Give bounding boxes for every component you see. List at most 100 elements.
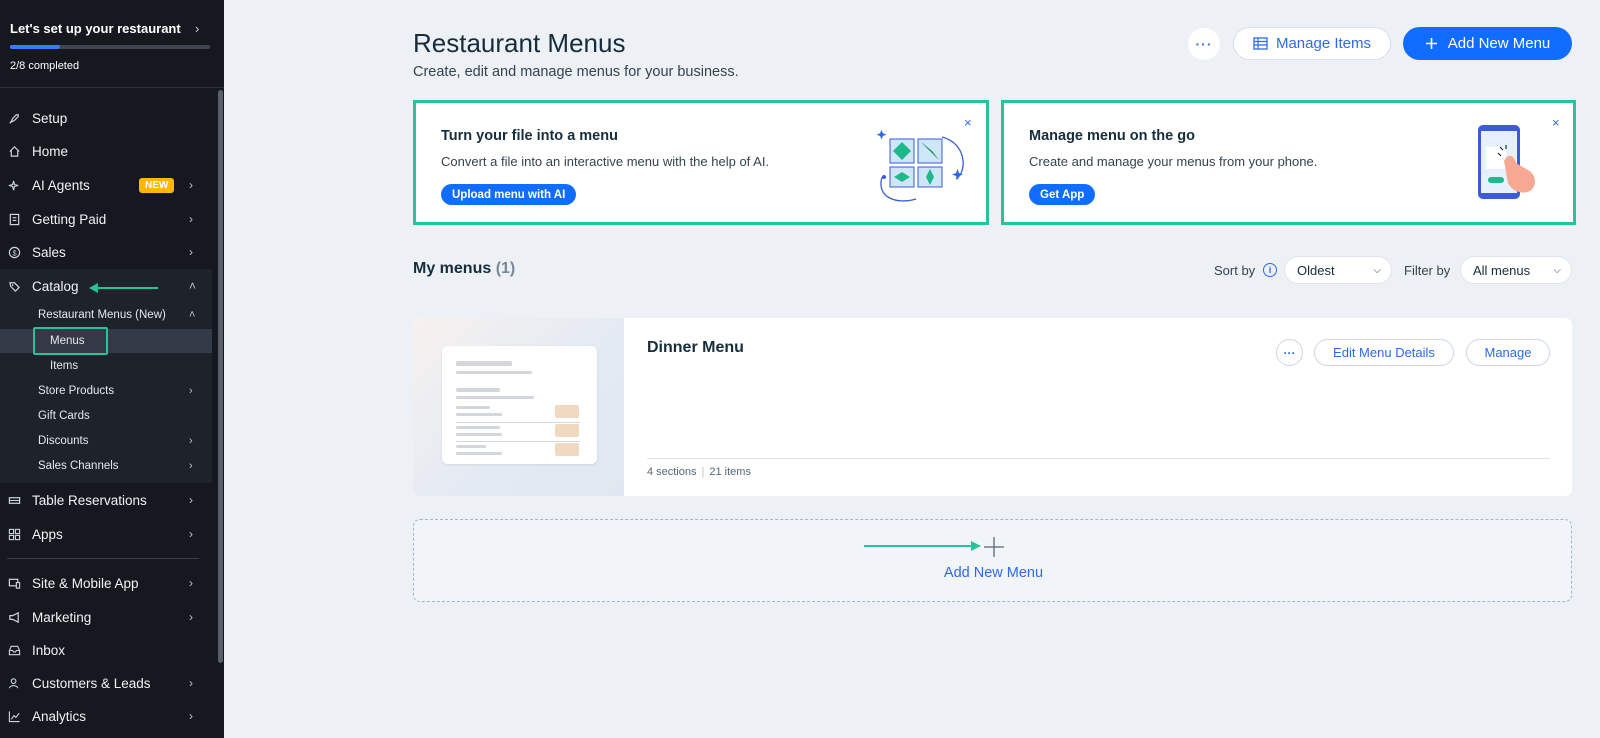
sidebar-sub-items[interactable]: Items [0, 354, 212, 378]
my-menus-title: My menus [413, 260, 492, 277]
plus-icon [1425, 38, 1437, 49]
chevron-right-icon: › [189, 385, 193, 397]
sidebar-item-table-reservations[interactable]: Table Reservations › [0, 485, 212, 515]
sidebar-item-home[interactable]: Home [0, 136, 212, 166]
sidebar-item-label: Getting Paid [32, 211, 107, 227]
menu-thumbnail [413, 318, 624, 496]
food-image-icon [555, 443, 579, 456]
add-new-menu-button[interactable]: Add New Menu [1403, 27, 1572, 60]
sidebar-item-label: Sales [32, 244, 66, 260]
sidebar-item-label: Home [32, 143, 69, 159]
sidebar-item-label: Analytics [32, 708, 87, 724]
menu-stats: 4 sections | 21 items [647, 466, 751, 478]
sidebar-sub-label: Store Products [38, 385, 115, 397]
manage-menu-button[interactable]: Manage [1466, 339, 1550, 366]
setup-title: Let's set up your restaurant [10, 21, 181, 36]
chevron-right-icon: › [189, 576, 193, 590]
apps-icon [7, 527, 21, 541]
menu-items-count: 21 items [709, 466, 751, 478]
sidebar-item-inbox[interactable]: Inbox [0, 635, 212, 665]
sidebar-item-analytics[interactable]: Analytics › [0, 701, 212, 731]
food-image-icon [555, 424, 579, 437]
promo-card-title: Turn your file into a menu [441, 128, 618, 144]
filter-select[interactable]: All menus ⌵ [1460, 256, 1572, 284]
more-actions-button[interactable]: ··· [1188, 28, 1220, 60]
page-title: Restaurant Menus [413, 28, 626, 58]
menu-sections-count: 4 sections [647, 466, 697, 478]
sidebar-sub-label: Restaurant Menus (New) [38, 309, 166, 321]
promo-card-get-app: Manage menu on the go Create and manage … [1001, 100, 1576, 225]
setup-progress-fill [10, 45, 60, 49]
menus-highlight-box [33, 327, 108, 355]
megaphone-icon [7, 610, 21, 624]
table-icon [7, 493, 21, 507]
dollar-icon: $ [7, 245, 21, 259]
chevron-right-icon: › [189, 527, 193, 541]
sidebar-sub-sales-channels[interactable]: Sales Channels › [0, 454, 212, 478]
home-icon [7, 144, 21, 158]
sidebar-item-label: Apps [32, 526, 63, 542]
promo-card-description: Create and manage your menus from your p… [1029, 154, 1318, 169]
sidebar-sub-gift-cards[interactable]: Gift Cards [0, 404, 212, 428]
chevron-right-icon: › [189, 493, 193, 507]
sidebar-sub-restaurant-menus[interactable]: Restaurant Menus (New) ˄ [0, 303, 212, 327]
people-icon [7, 676, 21, 690]
food-image-icon [555, 405, 579, 418]
get-app-button[interactable]: Get App [1029, 184, 1096, 205]
menu-more-button[interactable]: ··· [1276, 339, 1303, 366]
sidebar-sub-label: Sales Channels [38, 460, 119, 472]
chevron-right-icon: › [189, 676, 193, 690]
edit-menu-details-button[interactable]: Edit Menu Details [1314, 339, 1454, 366]
chevron-right-icon: › [195, 21, 200, 36]
sidebar-item-marketing[interactable]: Marketing › [0, 602, 212, 632]
sidebar-item-label: Catalog [32, 278, 79, 294]
manage-items-label: Manage Items [1275, 35, 1372, 52]
sidebar-divider [7, 558, 199, 559]
green-arrow-left-icon [89, 283, 158, 293]
sidebar-item-ai-agents[interactable]: AI Agents NEW › [0, 170, 212, 200]
sidebar-item-setup[interactable]: Setup [0, 103, 212, 133]
add-new-menu-label: Add New Menu [943, 565, 1044, 581]
sidebar-item-label: Customers & Leads [32, 675, 151, 691]
chevron-up-icon: ˄ [189, 279, 197, 293]
sidebar-scrollbar[interactable] [218, 90, 223, 663]
sidebar-item-getting-paid[interactable]: Getting Paid › [0, 204, 212, 234]
chevron-right-icon: › [189, 212, 193, 226]
sort-by-label: Sort by [1214, 263, 1256, 278]
sidebar-sub-discounts[interactable]: Discounts › [0, 429, 212, 453]
sparkle-icon [7, 178, 21, 192]
sidebar-item-label: AI Agents [32, 177, 90, 193]
sidebar-sub-label: Items [50, 360, 79, 372]
sidebar-sub-store-products[interactable]: Store Products › [0, 379, 212, 403]
plus-icon [984, 537, 1004, 557]
close-icon[interactable]: × [964, 115, 972, 130]
upload-menu-ai-button[interactable]: Upload menu with AI [441, 184, 577, 205]
info-icon[interactable]: i [1263, 263, 1277, 277]
sort-select[interactable]: Oldest ⌵ [1284, 256, 1392, 284]
promo-card-ai-upload: Turn your file into a menu Convert a fil… [413, 100, 989, 225]
chart-icon [7, 709, 21, 723]
sidebar-item-label: Site & Mobile App [32, 575, 139, 591]
more-dots-icon: ··· [1195, 36, 1213, 52]
filter-by-label: Filter by [1404, 263, 1451, 278]
chevron-down-icon: ⌵ [1553, 264, 1561, 276]
filter-select-value: All menus [1473, 262, 1531, 278]
menu-card[interactable]: Dinner Menu ··· Edit Menu Details Manage… [413, 318, 1572, 496]
setup-progress-bar [10, 45, 210, 49]
chevron-right-icon: › [189, 245, 193, 259]
menu-card-divider [647, 458, 1550, 459]
manage-items-button[interactable]: Manage Items [1233, 27, 1391, 60]
sidebar-item-customers-leads[interactable]: Customers & Leads › [0, 668, 212, 698]
close-icon[interactable]: × [1552, 115, 1560, 130]
sidebar-item-site-mobile-app[interactable]: Site & Mobile App › [0, 568, 212, 598]
promo-card-title: Manage menu on the go [1029, 128, 1195, 144]
sidebar-sub-label: Gift Cards [38, 410, 90, 422]
setup-progress-widget[interactable]: Let's set up your restaurant › 2/8 compl… [0, 0, 224, 88]
tag-icon [7, 279, 21, 293]
page-subtitle: Create, edit and manage menus for your b… [413, 64, 739, 80]
add-new-menu-box[interactable]: Add New Menu [413, 519, 1572, 602]
svg-text:$: $ [12, 248, 16, 257]
sidebar-item-sales[interactable]: $ Sales › [0, 237, 212, 267]
invoice-icon [7, 212, 21, 226]
sidebar-item-apps[interactable]: Apps › [0, 519, 212, 549]
